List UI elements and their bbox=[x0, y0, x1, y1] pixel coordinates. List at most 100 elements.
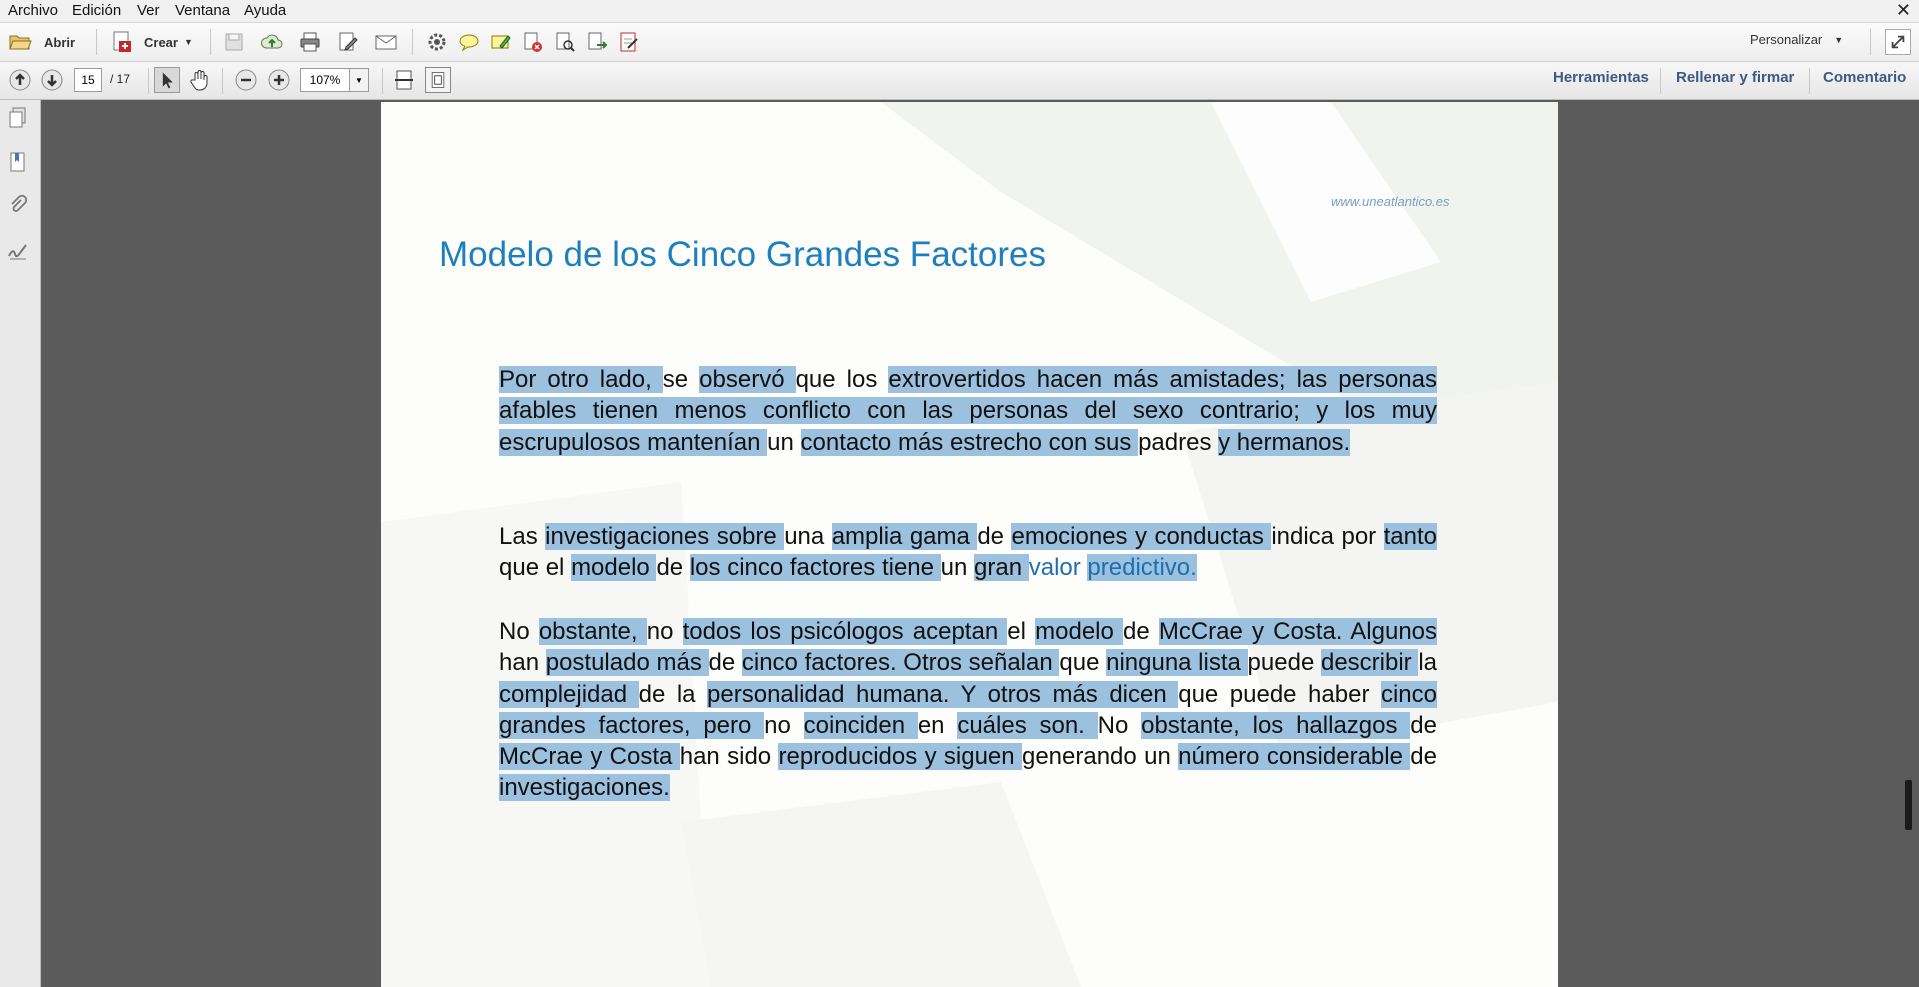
selected-text-run: cinco bbox=[727, 554, 790, 582]
selected-text-run: reproducidos y siguen bbox=[778, 743, 1022, 771]
sign-document-icon bbox=[620, 32, 638, 52]
navigation-pane bbox=[0, 100, 41, 987]
fit-width-button[interactable] bbox=[392, 68, 416, 92]
selected-text-run: los bbox=[689, 554, 728, 582]
menu-archivo[interactable]: Archivo bbox=[8, 2, 58, 19]
save-button[interactable] bbox=[222, 30, 246, 54]
paragraph-1[interactable]: Por otro lado, se observó que los extrov… bbox=[499, 364, 1438, 458]
zoom-in-button[interactable] bbox=[267, 68, 291, 92]
comment-panel-link[interactable]: Comentario bbox=[1823, 69, 1906, 86]
zoom-dropdown-button[interactable]: ▼ bbox=[349, 68, 369, 92]
signatures-button[interactable] bbox=[6, 238, 30, 262]
paragraph-2[interactable]: Las investigaciones sobre una amplia gam… bbox=[499, 521, 1437, 584]
selected-text-run: postulado más bbox=[545, 649, 709, 677]
print-icon bbox=[300, 32, 320, 52]
tools-panel-link[interactable]: Herramientas bbox=[1553, 69, 1649, 86]
speech-bubble-icon bbox=[459, 34, 479, 52]
create-button[interactable]: Crear ▼ bbox=[110, 30, 193, 54]
text-run: puede bbox=[1247, 649, 1321, 677]
menu-edicion[interactable]: Edición bbox=[72, 2, 121, 19]
previous-page-button[interactable] bbox=[8, 68, 32, 92]
page-thumbnails-button[interactable] bbox=[6, 106, 30, 130]
vertical-scrollbar-track[interactable] bbox=[1897, 100, 1919, 987]
text-run: los bbox=[846, 366, 889, 393]
bookmarks-button[interactable] bbox=[6, 150, 30, 174]
selected-text-run: predictivo. bbox=[1087, 554, 1197, 582]
selected-text-run: gran bbox=[974, 554, 1029, 582]
text-run: No bbox=[499, 618, 539, 645]
text-run: por bbox=[1341, 523, 1384, 550]
fill-sign-panel-link[interactable]: Rellenar y firmar bbox=[1676, 69, 1794, 86]
next-page-button[interactable] bbox=[40, 68, 64, 92]
selected-text-run: investigaciones sobre bbox=[545, 523, 785, 550]
text-run: no bbox=[646, 618, 683, 645]
total-pages: / 17 bbox=[110, 72, 131, 86]
selected-text-run: personalidad humana. Y otros más dicen bbox=[707, 680, 1179, 708]
selected-text-run: modelo bbox=[1035, 618, 1123, 645]
email-button[interactable] bbox=[374, 30, 398, 54]
attachments-button[interactable] bbox=[6, 194, 30, 218]
text-run: un bbox=[767, 428, 801, 456]
sign-button[interactable] bbox=[617, 30, 641, 54]
open-label: Abrir bbox=[44, 34, 76, 50]
fullscreen-button[interactable] bbox=[1885, 29, 1911, 55]
edit-button[interactable] bbox=[336, 30, 360, 54]
selected-text-run: describir bbox=[1320, 649, 1419, 677]
export-button[interactable] bbox=[585, 30, 609, 54]
zoom-out-button[interactable] bbox=[234, 68, 258, 92]
selected-text-run: número considerable bbox=[1178, 743, 1411, 771]
selected-text-run: factores bbox=[789, 554, 882, 582]
selected-text-run: modelo bbox=[571, 554, 657, 582]
fit-page-button[interactable] bbox=[425, 67, 451, 93]
find-button[interactable] bbox=[553, 30, 577, 54]
selected-text-run: ninguna lista bbox=[1106, 649, 1248, 677]
selected-text-run: obstante, bbox=[538, 618, 647, 645]
selected-text-run: emociones y conductas bbox=[1011, 523, 1272, 550]
customize-dropdown[interactable]: Personalizar ▼ bbox=[1750, 32, 1843, 47]
print-button[interactable] bbox=[298, 30, 322, 54]
selected-text-run: más estrecho con sus bbox=[897, 428, 1139, 456]
fit-page-icon bbox=[431, 72, 445, 88]
vertical-scrollbar-thumb[interactable] bbox=[1905, 780, 1912, 830]
fit-width-icon bbox=[395, 70, 413, 90]
delete-pages-button[interactable] bbox=[521, 30, 545, 54]
selected-text-run: observó bbox=[699, 366, 796, 393]
separator bbox=[1809, 68, 1810, 94]
menu-ayuda[interactable]: Ayuda bbox=[244, 2, 286, 19]
selected-text-run: y hermanos. bbox=[1218, 428, 1351, 456]
zoom-input[interactable]: 107% bbox=[300, 68, 350, 92]
text-run: han bbox=[499, 649, 546, 677]
pages-icon bbox=[9, 107, 26, 128]
paragraph-3[interactable]: No obstante, no todos los psicólogos ace… bbox=[499, 616, 1437, 804]
bookmark-icon bbox=[10, 152, 25, 172]
folder-icon bbox=[9, 35, 32, 50]
text-run: que puede haber bbox=[1178, 680, 1381, 708]
selected-text-run: tiene bbox=[881, 554, 941, 582]
menu-ventana[interactable]: Ventana bbox=[175, 2, 230, 19]
export-icon bbox=[588, 32, 608, 50]
hand-tool-button[interactable] bbox=[188, 68, 212, 92]
select-tool-button[interactable] bbox=[154, 67, 180, 93]
watermark-url: www.uneatlantico.es bbox=[1331, 194, 1450, 209]
text-run: Las bbox=[499, 523, 546, 550]
selected-text-run: tanto bbox=[1383, 523, 1437, 550]
separator bbox=[1660, 68, 1661, 94]
separator bbox=[96, 29, 97, 55]
text-run: de bbox=[708, 649, 742, 677]
comment-button[interactable] bbox=[457, 30, 481, 54]
separator bbox=[1870, 29, 1871, 55]
chevron-down-icon: ▼ bbox=[355, 75, 363, 85]
menu-ver[interactable]: Ver bbox=[137, 2, 160, 19]
text-run: No bbox=[1097, 711, 1142, 739]
close-icon[interactable]: ✕ bbox=[1896, 0, 1911, 21]
highlight-button[interactable] bbox=[489, 30, 513, 54]
search-document-icon bbox=[556, 32, 575, 52]
text-run: de bbox=[1410, 743, 1437, 771]
save-icon bbox=[225, 33, 243, 51]
text-run: de la bbox=[638, 680, 708, 708]
settings-button[interactable] bbox=[425, 30, 449, 54]
text-run: sido bbox=[727, 743, 779, 771]
open-button[interactable]: Abrir bbox=[8, 30, 75, 54]
page-number-input[interactable]: 15 bbox=[74, 68, 102, 92]
upload-button[interactable] bbox=[260, 30, 284, 54]
